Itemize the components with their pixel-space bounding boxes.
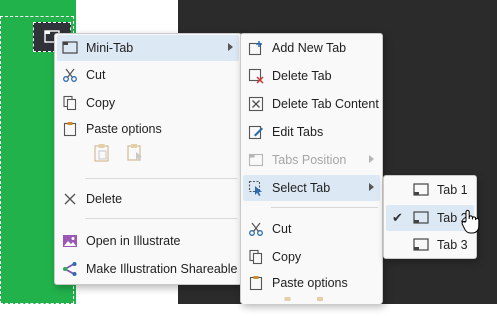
submenu-arrow-icon (369, 183, 374, 191)
menu-item-tab-1[interactable]: Tab 1 (386, 177, 474, 203)
menu-separator (85, 178, 237, 179)
menu-item-label: Open in Illustrate (86, 234, 181, 248)
menu-item-cut[interactable]: Cut (243, 216, 380, 242)
share-icon (61, 260, 79, 278)
paste-keep-source-icon[interactable] (92, 143, 112, 163)
mini-tab-icon (412, 209, 430, 227)
menu-item-delete-tab-content[interactable]: Delete Tab Content (243, 91, 380, 117)
image-icon (61, 232, 79, 250)
menu-item-label: Tab 3 (437, 238, 468, 252)
menu-item-make-shareable[interactable]: Make Illustration Shareable (57, 256, 239, 282)
paste-options-header: Paste options (57, 117, 239, 141)
scissors-icon (247, 220, 265, 238)
paste-picture-icon[interactable] (125, 143, 145, 163)
menu-item-delete-tab[interactable]: Delete Tab (243, 63, 380, 89)
paste-options-label: Paste options (272, 276, 348, 290)
submenu-arrow-icon (369, 155, 374, 163)
mini-tab-icon (412, 236, 430, 254)
mini-tab-icon (61, 39, 79, 57)
clipboard-icon (247, 274, 265, 292)
menu-item-label: Edit Tabs (272, 125, 324, 139)
menu-item-select-tab[interactable]: Select Tab (243, 175, 380, 201)
menu-item-label: Copy (86, 96, 116, 110)
menu-item-copy[interactable]: Copy (243, 244, 380, 270)
paste-keep-source-icon[interactable] (278, 296, 298, 316)
mini-tab-submenu: Add New Tab Delete Tab Delete Tab Conten… (240, 33, 383, 304)
tabs-position-icon (247, 151, 265, 169)
menu-item-label: Add New Tab (272, 41, 347, 55)
menu-item-tabs-position[interactable]: Tabs Position (243, 147, 380, 173)
clipboard-icon (61, 120, 79, 138)
menu-item-label: Tab 1 (437, 183, 468, 197)
delete-x-icon (61, 190, 79, 208)
paste-picture-icon[interactable] (311, 296, 331, 316)
copy-icon (61, 94, 79, 112)
select-cursor-icon (247, 179, 265, 197)
context-menu: Mini-Tab Cut Copy Paste options Delete O… (54, 33, 242, 285)
menu-item-edit-tabs[interactable]: Edit Tabs (243, 119, 380, 145)
menu-item-label: Mini-Tab (86, 41, 134, 55)
menu-item-add-new-tab[interactable]: Add New Tab (243, 35, 380, 61)
menu-item-mini-tab[interactable]: Mini-Tab (57, 35, 239, 61)
menu-item-label: Copy (272, 250, 302, 264)
menu-item-label: Make Illustration Shareable (86, 262, 238, 276)
paste-options-header: Paste options (243, 271, 380, 295)
add-tab-icon (247, 39, 265, 57)
menu-item-label: Tabs Position (272, 153, 347, 167)
menu-item-label: Delete Tab (272, 69, 332, 83)
menu-item-cut[interactable]: Cut (57, 62, 239, 88)
mini-tab-icon (412, 181, 430, 199)
menu-separator (271, 207, 378, 208)
delete-tab-icon (247, 67, 265, 85)
menu-item-copy[interactable]: Copy (57, 90, 239, 116)
submenu-arrow-icon (228, 43, 233, 51)
hand-cursor-icon (460, 209, 482, 238)
menu-item-open-in-illustrate[interactable]: Open in Illustrate (57, 228, 239, 254)
edit-icon (247, 123, 265, 141)
paste-options-label: Paste options (86, 122, 162, 136)
menu-item-label: Cut (86, 68, 106, 82)
copy-icon (247, 248, 265, 266)
scissors-icon (61, 66, 79, 84)
checkmark-icon: ✔ (392, 210, 403, 225)
menu-separator (85, 218, 237, 219)
menu-item-delete[interactable]: Delete (57, 186, 239, 212)
menu-item-label: Delete (86, 192, 123, 206)
menu-item-label: Delete Tab Content (272, 97, 379, 111)
delete-content-icon (247, 95, 265, 113)
menu-item-label: Cut (272, 222, 292, 236)
menu-item-label: Select Tab (272, 181, 331, 195)
